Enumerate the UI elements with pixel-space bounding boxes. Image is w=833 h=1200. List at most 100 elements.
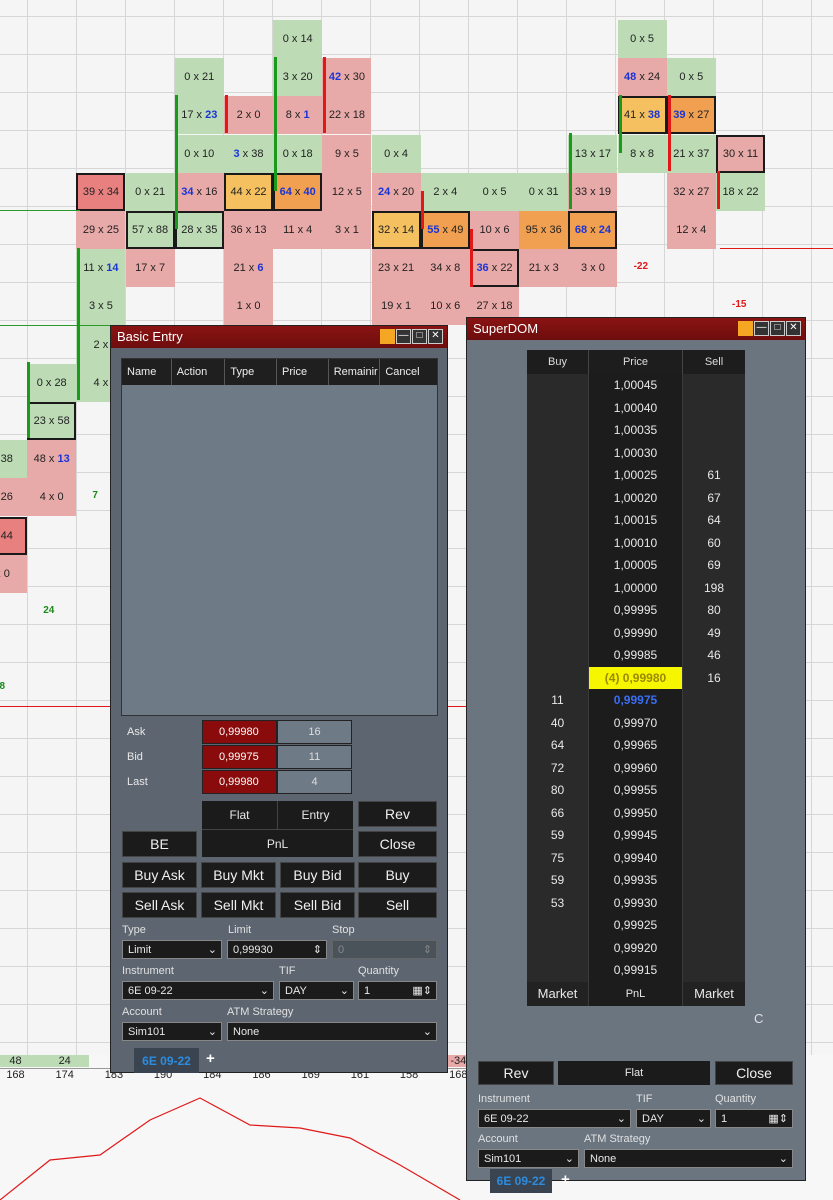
minimize-icon[interactable]: —: [396, 329, 411, 344]
be-button[interactable]: BE: [122, 831, 197, 857]
ladder-rows[interactable]: 1,00045 1,00040 1,00035 1,00030 1,00025 61 1,0…: [527, 374, 745, 982]
ladder-row[interactable]: 11 0,99975: [527, 689, 745, 712]
buy-cell[interactable]: [527, 464, 589, 487]
sell-cell[interactable]: 67: [683, 486, 745, 509]
sell-cell[interactable]: 64: [683, 509, 745, 532]
ladder-row[interactable]: 1,00015 64: [527, 509, 745, 532]
close-position-button[interactable]: Close: [715, 1061, 793, 1085]
buy-cell[interactable]: 11: [527, 689, 589, 712]
buy-ask-button[interactable]: Buy Ask: [122, 862, 197, 888]
buy-cell[interactable]: [527, 621, 589, 644]
buy-cell[interactable]: 40: [527, 711, 589, 734]
sell-cell[interactable]: [683, 711, 745, 734]
rev-button[interactable]: Rev: [358, 801, 437, 827]
quantity-input[interactable]: 1 ▦⇕: [358, 981, 437, 1000]
ladder-row[interactable]: 1,00030: [527, 441, 745, 464]
add-tab-icon[interactable]: +: [206, 1050, 215, 1067]
ladder-row[interactable]: 1,00010 60: [527, 531, 745, 554]
ladder-row[interactable]: 1,00035: [527, 419, 745, 442]
tif-select[interactable]: DAY ⌄: [279, 981, 354, 1000]
spinner-icon[interactable]: ⇕: [313, 943, 322, 956]
last-price[interactable]: 0,99980: [202, 770, 277, 794]
tif-select[interactable]: DAY ⌄: [636, 1109, 711, 1128]
sell-cell[interactable]: 198: [683, 576, 745, 599]
buy-cell[interactable]: [527, 419, 589, 442]
buy-mkt-button[interactable]: Buy Mkt: [201, 862, 276, 888]
buy-cell[interactable]: [527, 396, 589, 419]
link-color-icon[interactable]: [380, 329, 395, 344]
buy-cell[interactable]: 80: [527, 779, 589, 802]
superdom-titlebar[interactable]: SuperDOM — □ ✕: [467, 318, 805, 340]
ladder-row[interactable]: 1,00020 67: [527, 486, 745, 509]
close-icon[interactable]: ✕: [786, 321, 801, 336]
limit-price-input[interactable]: 0,99930 ⇕: [227, 940, 327, 959]
ladder-row[interactable]: 1,00025 61: [527, 464, 745, 487]
ladder-row[interactable]: 0,99915: [527, 959, 745, 982]
sell-cell[interactable]: [683, 374, 745, 397]
calculator-icon[interactable]: ▦⇕: [768, 1112, 788, 1125]
maximize-icon[interactable]: □: [770, 321, 785, 336]
sell-cell[interactable]: 69: [683, 554, 745, 577]
superdom-window[interactable]: SuperDOM — □ ✕ Buy Price Sell 1,00045 1,0…: [466, 317, 806, 1193]
ladder-row[interactable]: 0,99995 80: [527, 599, 745, 622]
sell-cell[interactable]: [683, 801, 745, 824]
buy-cell[interactable]: [527, 576, 589, 599]
minimize-icon[interactable]: —: [754, 321, 769, 336]
stop-price-input[interactable]: 0 ⇕: [332, 940, 437, 959]
sell-cell[interactable]: [683, 419, 745, 442]
buy-cell[interactable]: 66: [527, 801, 589, 824]
bid-price[interactable]: 0,99975: [202, 745, 277, 769]
sell-cell[interactable]: [683, 914, 745, 937]
sell-cell[interactable]: [683, 441, 745, 464]
sell-cell[interactable]: 46: [683, 644, 745, 667]
ask-price[interactable]: 0,99980: [202, 720, 277, 744]
ladder-row[interactable]: (4) 0,99980 16: [527, 666, 745, 689]
buy-cell[interactable]: [527, 441, 589, 464]
ladder-row[interactable]: 59 0,99945: [527, 824, 745, 847]
sell-cell[interactable]: [683, 891, 745, 914]
ladder-row[interactable]: 80 0,99955: [527, 779, 745, 802]
col-remaining[interactable]: Remainir: [329, 359, 381, 385]
buy-cell[interactable]: 75: [527, 846, 589, 869]
buy-cell[interactable]: [527, 936, 589, 959]
ladder-row[interactable]: 1,00040: [527, 396, 745, 419]
buy-cell[interactable]: [527, 486, 589, 509]
atm-strategy-select[interactable]: None ⌄: [227, 1022, 437, 1041]
col-name[interactable]: Name: [122, 359, 172, 385]
buy-button[interactable]: Buy: [358, 862, 437, 888]
col-type[interactable]: Type: [225, 359, 278, 385]
sell-cell[interactable]: [683, 689, 745, 712]
buy-cell[interactable]: [527, 914, 589, 937]
atm-strategy-select[interactable]: None ⌄: [584, 1149, 793, 1168]
rev-button[interactable]: Rev: [478, 1061, 554, 1085]
sell-cell[interactable]: [683, 846, 745, 869]
order-type-select[interactable]: Limit ⌄: [122, 940, 222, 959]
ladder-row[interactable]: 72 0,99960: [527, 756, 745, 779]
buy-cell[interactable]: [527, 531, 589, 554]
ladder-row[interactable]: 53 0,99930: [527, 891, 745, 914]
sell-ask-button[interactable]: Sell Ask: [122, 892, 197, 918]
sell-cell[interactable]: [683, 756, 745, 779]
col-action[interactable]: Action: [172, 359, 226, 385]
ladder-row[interactable]: 40 0,99970: [527, 711, 745, 734]
market-buy-button[interactable]: Market: [527, 981, 589, 1006]
price-ladder[interactable]: Buy Price Sell 1,00045 1,00040 1,00035 1,00…: [527, 350, 745, 1006]
market-sell-button[interactable]: Market: [683, 981, 745, 1006]
buy-cell[interactable]: 72: [527, 756, 589, 779]
ladder-row[interactable]: 1,00045: [527, 374, 745, 397]
sell-cell[interactable]: 80: [683, 599, 745, 622]
ladder-row[interactable]: 64 0,99965: [527, 734, 745, 757]
sell-cell[interactable]: [683, 734, 745, 757]
sell-cell[interactable]: 49: [683, 621, 745, 644]
buy-cell[interactable]: 59: [527, 869, 589, 892]
buy-cell[interactable]: [527, 554, 589, 577]
basic-entry-window[interactable]: Basic Entry — □ ✕ Name Action Type Price…: [110, 325, 448, 1073]
ladder-row[interactable]: 66 0,99950: [527, 801, 745, 824]
ladder-row[interactable]: 0,99985 46: [527, 644, 745, 667]
sell-cell[interactable]: 60: [683, 531, 745, 554]
buy-cell[interactable]: [527, 374, 589, 397]
sell-cell[interactable]: [683, 779, 745, 802]
buy-cell[interactable]: [527, 666, 589, 689]
close-position-button[interactable]: Close: [358, 831, 437, 857]
spinner-icon[interactable]: ⇕: [423, 943, 432, 956]
